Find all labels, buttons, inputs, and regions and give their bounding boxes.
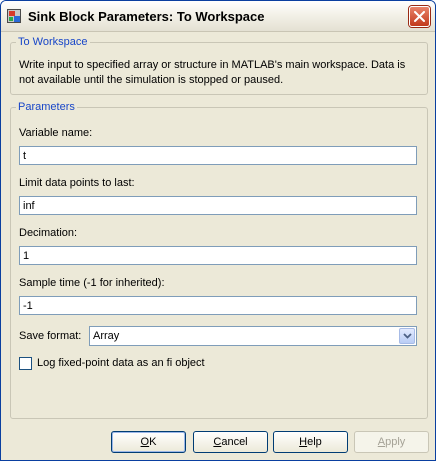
decimation-field[interactable]: [19, 246, 417, 265]
save-format-select[interactable]: Array: [89, 326, 417, 346]
close-icon: [414, 11, 425, 22]
ok-mnemonic: O: [140, 436, 150, 448]
apply-mnemonic: A: [377, 436, 386, 448]
decimation-label: Decimation:: [19, 227, 78, 239]
ok-label-rest: K: [149, 436, 157, 448]
dialog-window: Sink Block Parameters: To Workspace To W…: [0, 0, 436, 461]
block-description: Write input to specified array or struct…: [19, 59, 406, 86]
save-format-value: Array: [93, 330, 120, 342]
variable-name-label: Variable name:: [19, 127, 93, 139]
variable-name-field[interactable]: [19, 146, 417, 165]
save-format-label: Save format:: [19, 330, 82, 342]
help-mnemonic: H: [299, 436, 308, 448]
simulink-block-icon: [7, 9, 21, 23]
cancel-label-rest: ancel: [221, 436, 248, 448]
apply-button: Apply: [354, 431, 429, 453]
apply-label-rest: pply: [385, 436, 406, 448]
log-fixed-point-checkbox[interactable]: [19, 357, 32, 370]
limit-points-field[interactable]: [19, 196, 417, 215]
parameters-legend: Parameters: [16, 101, 77, 113]
sample-time-field[interactable]: [19, 296, 417, 315]
limit-points-label: Limit data points to last:: [19, 177, 135, 189]
sample-time-label: Sample time (-1 for inherited):: [19, 277, 165, 289]
help-label-rest: elp: [307, 436, 322, 448]
ok-button[interactable]: OK: [111, 431, 186, 453]
log-fixed-point-label: Log fixed-point data as an fi object: [37, 357, 205, 369]
help-button[interactable]: Help: [273, 431, 348, 453]
title-bar[interactable]: Sink Block Parameters: To Workspace: [1, 1, 435, 32]
close-button[interactable]: [409, 6, 430, 27]
chevron-down-icon: [403, 333, 412, 339]
window-title: Sink Block Parameters: To Workspace: [28, 9, 265, 24]
save-format-dropdown-button[interactable]: [399, 328, 415, 344]
description-legend: To Workspace: [16, 36, 90, 48]
cancel-button[interactable]: Cancel: [193, 431, 268, 453]
